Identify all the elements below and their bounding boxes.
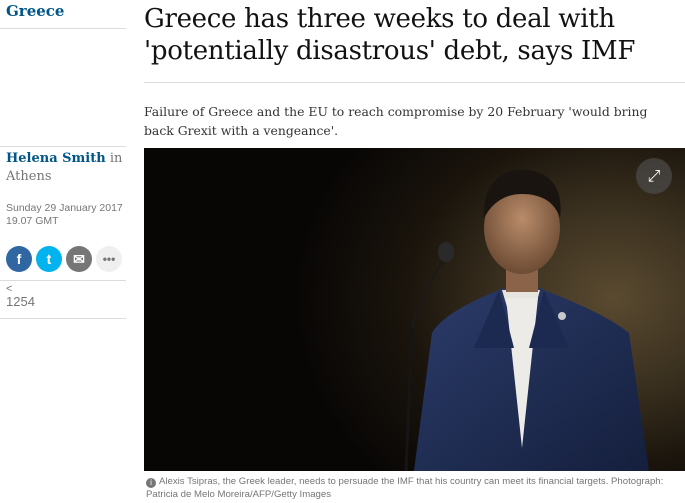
- byline-location: Athens: [6, 169, 52, 184]
- caption-text: Alexis Tsipras, the Greek leader, needs …: [146, 476, 664, 500]
- divider: [0, 280, 126, 281]
- more-share-icon[interactable]: •••: [96, 246, 122, 272]
- info-icon: i: [146, 478, 156, 488]
- publish-date: Sunday 29 January 2017: [6, 202, 123, 214]
- byline: Helena Smith in Athens: [6, 150, 126, 186]
- expand-image-icon[interactable]: ⤢: [636, 158, 672, 194]
- dateline: Sunday 29 January 2017 19.07 GMT: [6, 202, 126, 228]
- share-count-value: 1254: [6, 294, 35, 309]
- tsipras-photo-illustration: [404, 169, 649, 471]
- byline-in: in: [105, 151, 123, 166]
- author-link[interactable]: Helena Smith: [6, 151, 106, 166]
- article-main-photo[interactable]: [144, 148, 685, 471]
- standfirst: Failure of Greece and the EU to reach co…: [144, 104, 648, 138]
- divider: [0, 28, 126, 29]
- section-link-greece[interactable]: Greece: [6, 2, 64, 20]
- publish-time: 19.07 GMT: [6, 215, 59, 227]
- share-count: < 1254: [6, 284, 35, 309]
- photo-caption: i Alexis Tsipras, the Greek leader, needs…: [146, 475, 681, 501]
- divider: [0, 318, 126, 319]
- twitter-share-icon[interactable]: t: [36, 246, 62, 272]
- divider: [0, 146, 126, 147]
- facebook-share-icon[interactable]: f: [6, 246, 32, 272]
- divider: [144, 82, 685, 83]
- email-share-icon[interactable]: ✉: [66, 246, 92, 272]
- article-headline: Greece has three weeks to deal with 'pot…: [144, 4, 636, 66]
